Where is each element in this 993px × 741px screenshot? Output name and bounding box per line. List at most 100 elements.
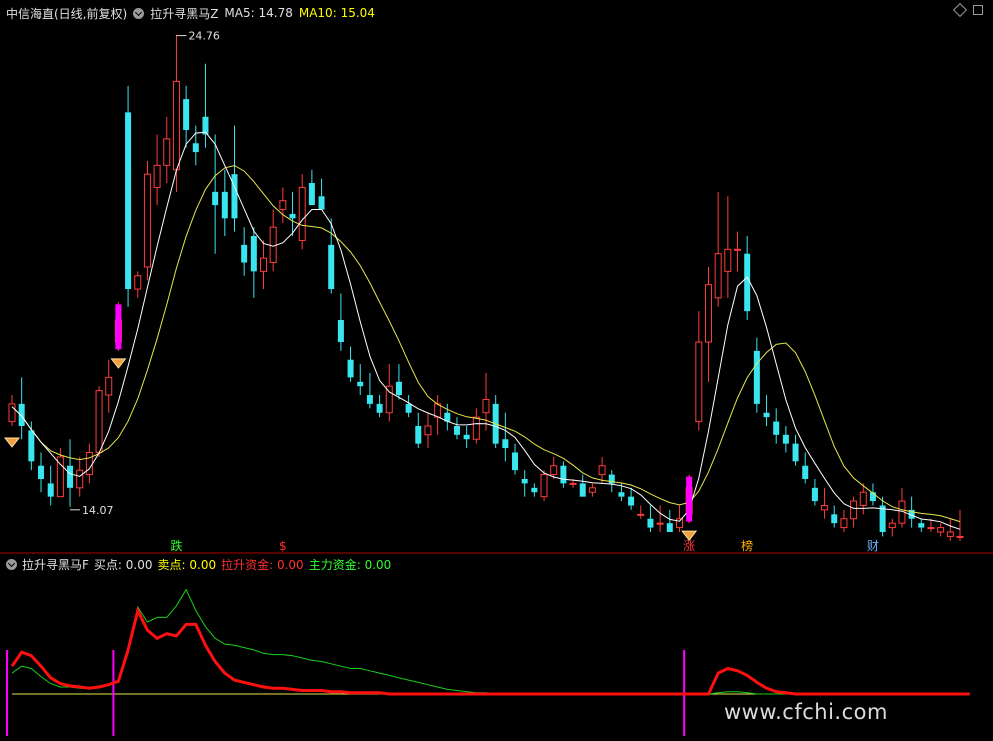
candle-up — [269, 226, 277, 264]
candle-up — [859, 491, 867, 506]
candle-down — [38, 465, 45, 479]
candle-down — [802, 465, 809, 479]
candle-up — [714, 253, 722, 299]
candle-down — [792, 443, 799, 462]
candle-down — [308, 183, 315, 206]
candle-up — [85, 451, 93, 476]
candle-up — [675, 518, 683, 529]
ma5-line — [11, 131, 961, 530]
candle-down — [463, 434, 470, 440]
candle-down — [357, 381, 364, 387]
candle-down — [221, 191, 228, 219]
candle-up — [424, 425, 432, 436]
candle-up — [8, 403, 16, 423]
candle-down — [337, 319, 344, 343]
candle-up — [937, 527, 945, 533]
dropdown-icon[interactable] — [133, 7, 145, 19]
candle-up — [95, 390, 103, 453]
candle-up — [704, 284, 712, 343]
candle-up — [598, 465, 606, 476]
price-panel: 24.76 14.07 跌 $ 涨 榜 财 — [3, 30, 964, 553]
sub-indicator-name[interactable]: 拉升寻黑马F — [22, 556, 89, 573]
candle-up — [588, 487, 596, 493]
event-label: $ — [279, 539, 287, 553]
candle-up — [821, 504, 829, 511]
event-label: 财 — [867, 539, 879, 553]
candle-down — [212, 191, 219, 206]
candle-down — [618, 492, 625, 497]
indicator-name[interactable]: 拉升寻黑马Z — [150, 5, 218, 22]
candle-down — [773, 421, 780, 435]
candle-down — [318, 196, 325, 210]
candle-up — [163, 138, 171, 166]
dropdown-icon[interactable] — [6, 558, 17, 570]
price-annotation: 14.07 — [82, 504, 114, 517]
candle-down — [415, 425, 422, 444]
candle-up — [888, 522, 896, 529]
candle-down — [502, 439, 509, 449]
candle-up — [298, 186, 306, 241]
candle-up — [550, 465, 558, 476]
candle-up — [656, 522, 664, 525]
candle-down — [28, 430, 35, 462]
candle-down — [753, 350, 760, 404]
event-label: 跌 — [170, 538, 182, 553]
indicator-header: 拉升寻黑马F 买点: 0.00 卖点: 0.00 拉升资金: 0.00 主力资金… — [6, 556, 391, 572]
rise-fund-line — [10, 606, 970, 696]
candle-up — [482, 398, 490, 414]
chart-canvas: 24.76 14.07 跌 $ 涨 榜 财 — [0, 30, 993, 736]
candle-down — [531, 487, 538, 493]
buy-diamond-icon — [110, 358, 127, 369]
signal-bar — [115, 304, 122, 350]
candle-down — [666, 523, 673, 532]
candle-down — [405, 403, 412, 413]
corner-controls — [952, 2, 983, 18]
candle-down — [328, 244, 335, 290]
diamond-icon[interactable] — [952, 2, 968, 18]
candle-up — [695, 341, 703, 423]
candle-up — [56, 456, 64, 498]
candle-down — [231, 174, 238, 219]
candle-down — [289, 213, 296, 219]
event-label: 榜 — [741, 538, 753, 553]
candle-down — [366, 395, 373, 404]
candle-down — [744, 253, 751, 312]
candle-up — [172, 80, 180, 171]
candle-up — [76, 469, 84, 489]
main-header: 中信海直(日线,前复权) 拉升寻黑马Z MA5: 14.78 MA10: 15.… — [6, 4, 375, 22]
candle-down — [763, 412, 770, 418]
candle-up — [569, 482, 577, 485]
ma10-value: 15.04 — [340, 6, 375, 20]
candle-up — [850, 500, 858, 520]
candle-up — [734, 248, 742, 251]
candle-down — [628, 496, 635, 506]
candle-down — [347, 359, 354, 378]
candle-up — [472, 416, 480, 440]
candle-up — [927, 527, 935, 530]
sell-point: 卖点: 0.00 — [157, 557, 217, 572]
candle-down — [579, 483, 586, 497]
candle-up — [840, 518, 848, 529]
candle-down — [918, 523, 925, 528]
main-fund: 主力资金: 0.00 — [308, 557, 392, 572]
signal-bar — [686, 476, 693, 522]
candle-up — [153, 164, 161, 188]
candle-down — [67, 465, 74, 488]
event-label: 涨 — [683, 538, 695, 553]
square-icon[interactable] — [973, 5, 983, 15]
candle-up — [637, 513, 645, 516]
candle-down — [376, 403, 383, 413]
candle-up — [956, 535, 964, 538]
buy-point: 买点: 0.00 — [93, 557, 153, 572]
candle-up — [105, 376, 113, 396]
candle-down — [395, 381, 402, 396]
candle-down — [831, 514, 838, 524]
stock-title: 中信海直(日线,前复权) — [6, 6, 128, 21]
candle-down — [782, 434, 789, 444]
candle-down — [125, 112, 132, 290]
candle-up — [134, 275, 142, 290]
main-fund-line — [11, 588, 970, 695]
ma5-value: 14.78 — [258, 6, 293, 20]
candle-down — [250, 236, 257, 272]
candle-down — [192, 143, 199, 153]
